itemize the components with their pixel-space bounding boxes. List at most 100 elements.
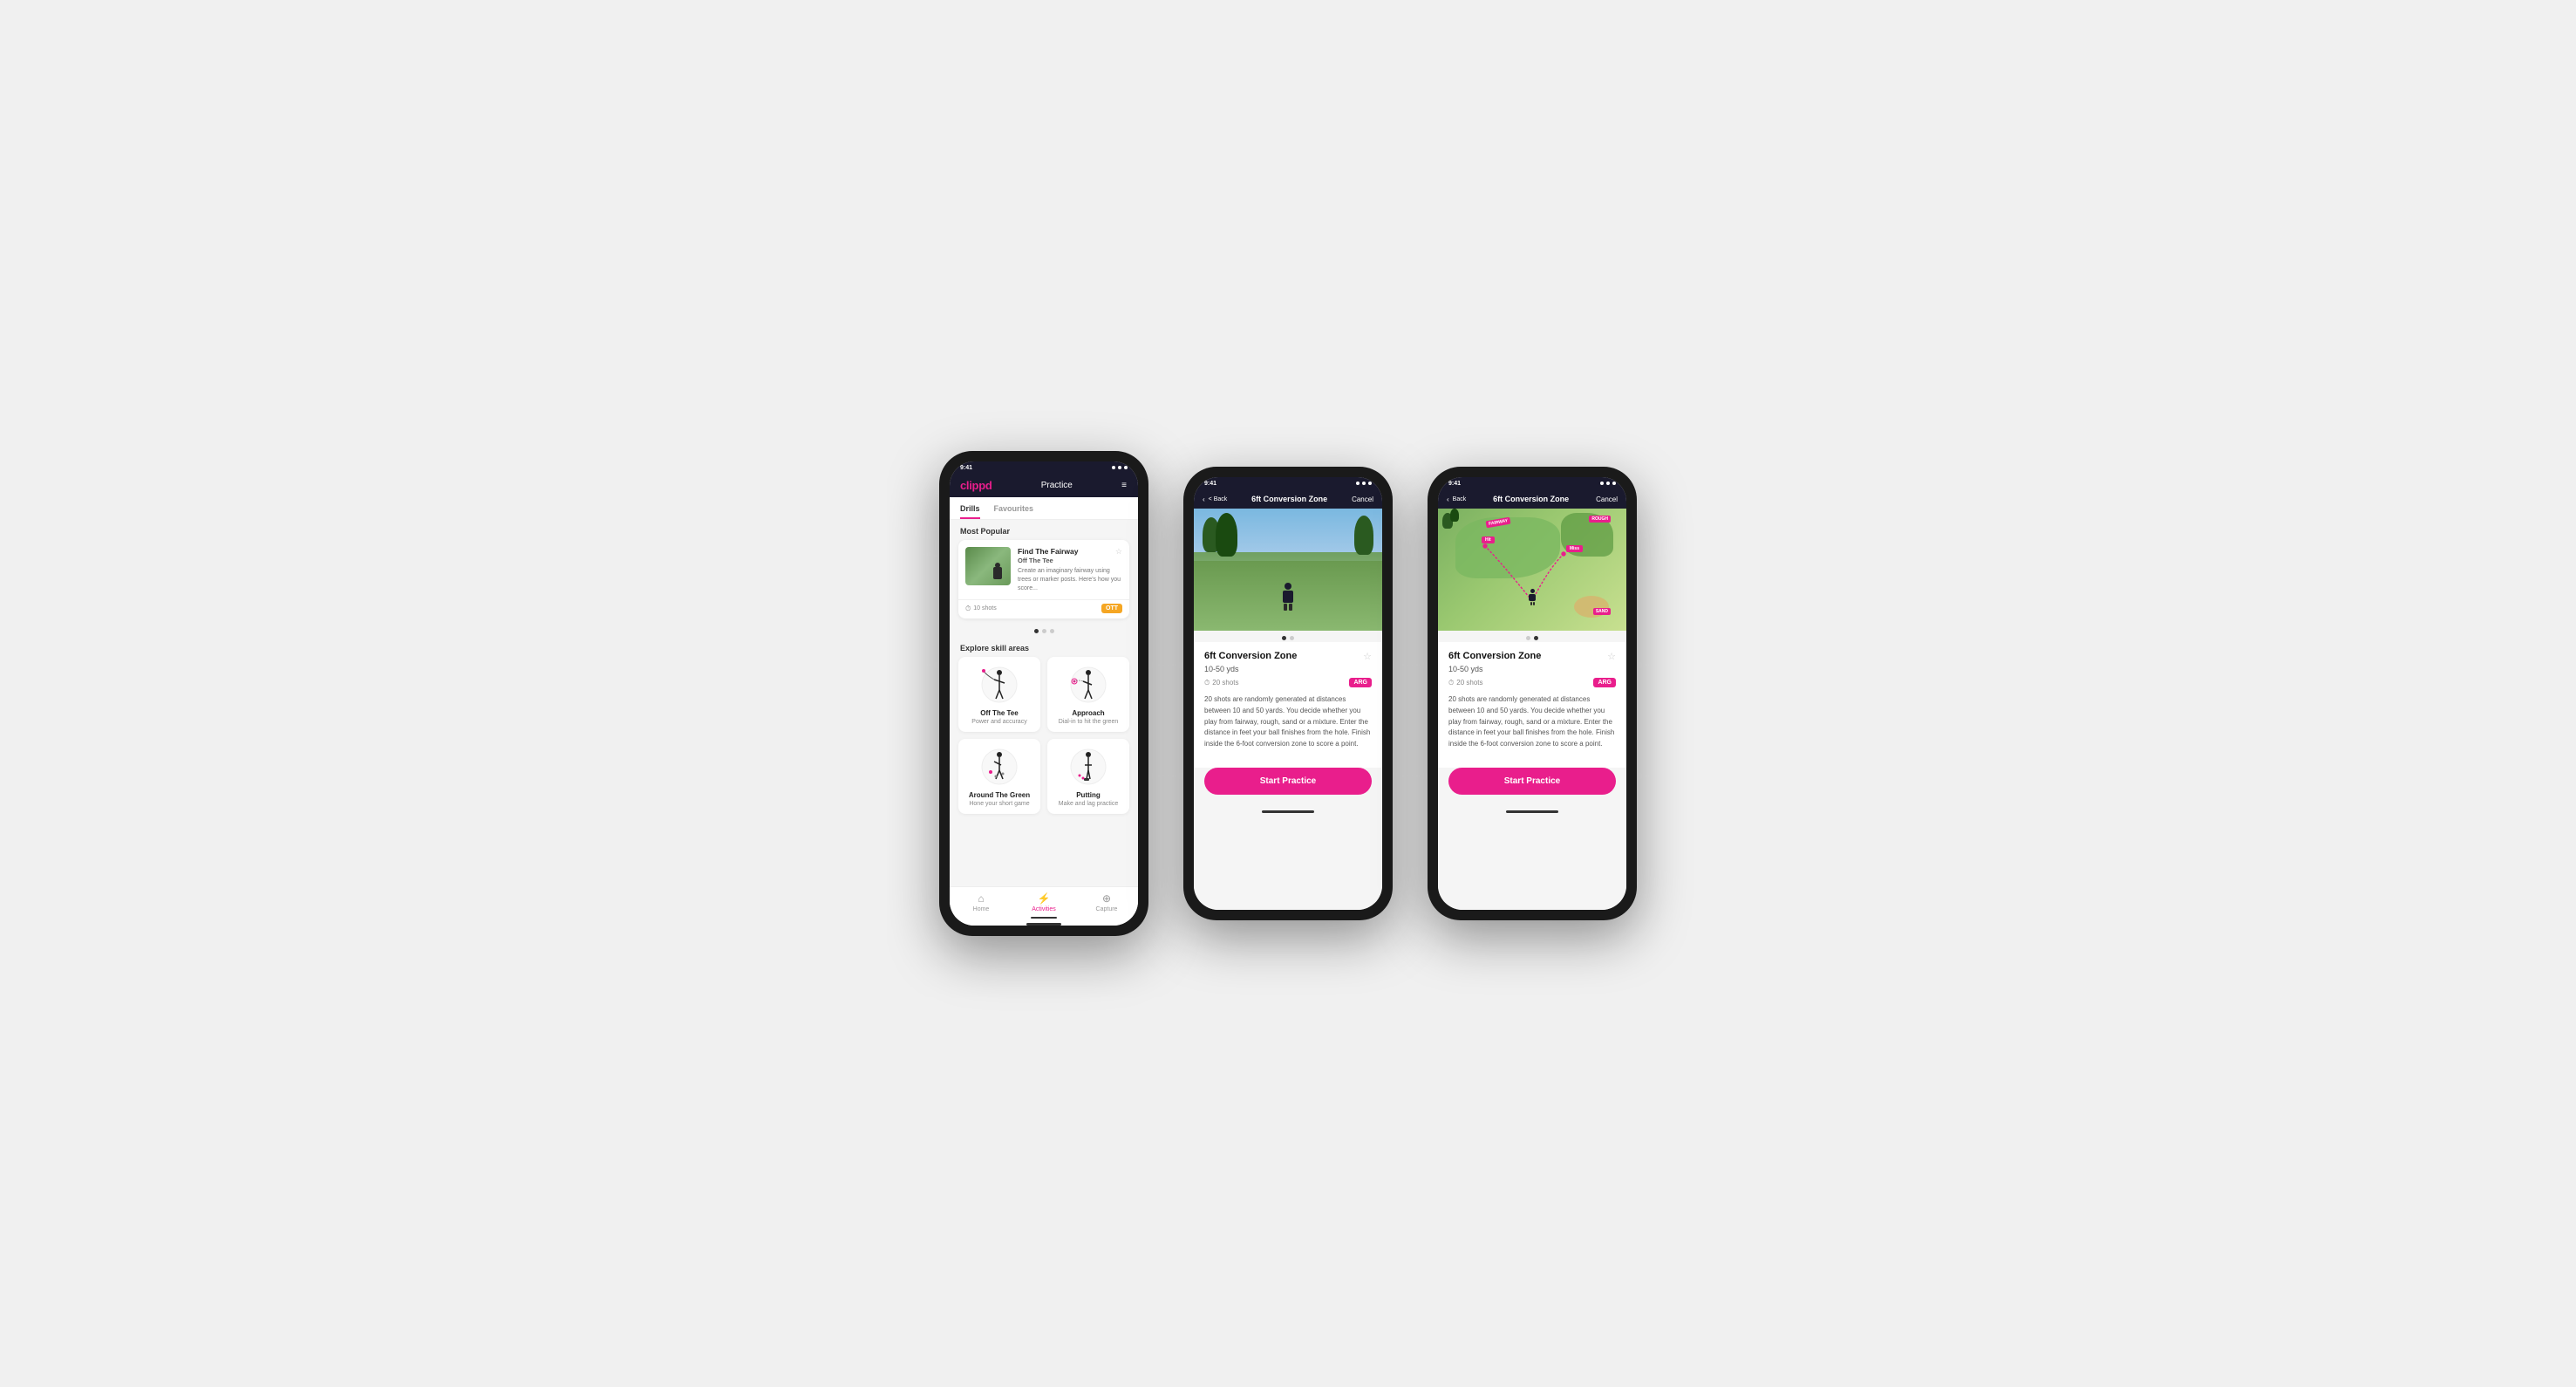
skill-name-ott: Off The Tee — [980, 709, 1018, 717]
sand-label: SAND — [1593, 608, 1611, 615]
nav-activities[interactable]: ⚡ Activities — [1012, 892, 1075, 919]
back-button-3[interactable]: ‹ Back — [1447, 495, 1466, 503]
back-chevron-3: ‹ — [1447, 495, 1449, 503]
drill-map-info: 6ft Conversion Zone ☆ 10-50 yds ⏱ 20 sho… — [1438, 642, 1626, 768]
menu-icon[interactable]: ≡ — [1121, 481, 1128, 490]
skill-desc-approach: Dial-in to hit the green — [1059, 719, 1118, 725]
shots-count: ⏱ 10 shots — [965, 605, 997, 613]
phone-2: 9:41 ‹ < Back 6ft Conversion Zone Cancel — [1183, 467, 1393, 920]
phone-1: 9:41 clippd Practice ≡ Drills Favourites… — [939, 451, 1148, 936]
shots-label: ⏱ 20 shots — [1204, 679, 1239, 687]
phone-3-screen: 9:41 ‹ Back 6ft Conversion Zone Cancel — [1438, 477, 1626, 910]
header-title: Practice — [1041, 481, 1073, 490]
drill-footer: ⏱ 10 shots OTT — [958, 599, 1129, 618]
putting-icon — [1067, 746, 1109, 788]
miss-label: Miss — [1566, 545, 1583, 552]
home-bar — [1262, 810, 1314, 813]
map-golfer — [1528, 589, 1537, 605]
most-popular-heading: Most Popular — [950, 520, 1138, 540]
ott-icon — [978, 664, 1020, 706]
skill-desc-putting: Make and lag practice — [1059, 801, 1118, 807]
tab-favourites[interactable]: Favourites — [994, 497, 1034, 519]
drill-description: Create an imaginary fairway using trees … — [1018, 567, 1122, 592]
golf-map-scene: FAIRWAY ROUGH SAND Hit Miss — [1438, 509, 1626, 631]
tree-3 — [1354, 516, 1373, 555]
detail-title: 6ft Conversion Zone — [1251, 495, 1327, 503]
dot-3 — [1050, 629, 1054, 633]
shots-clock-icon: ⏱ — [1204, 679, 1210, 687]
drill-map-range: 10-50 yds — [1448, 665, 1616, 673]
golfer-legs — [1281, 604, 1295, 611]
image-carousel-dots — [1194, 631, 1382, 642]
phone-1-screen: 9:41 clippd Practice ≡ Drills Favourites… — [950, 461, 1138, 926]
skill-desc-ott: Power and accuracy — [971, 719, 1026, 725]
favourite-button-3[interactable]: ☆ — [1607, 651, 1616, 662]
img-dot-2 — [1290, 636, 1294, 640]
drill-range: 10-50 yds — [1204, 665, 1372, 673]
phone-3: 9:41 ‹ Back 6ft Conversion Zone Cancel — [1428, 467, 1637, 920]
favourite-button[interactable]: ☆ — [1363, 651, 1372, 662]
map-dot-1 — [1526, 636, 1530, 640]
back-button[interactable]: ‹ < Back — [1203, 495, 1227, 503]
atg-icon — [978, 746, 1020, 788]
golfer-silhouette — [992, 563, 1004, 582]
img-dot-1 — [1282, 636, 1286, 640]
golf-photo — [1194, 509, 1382, 631]
skill-desc-atg: Hone your short game — [969, 801, 1029, 807]
drill-info: Find The Fairway Off The Tee ☆ Create an… — [1018, 547, 1122, 592]
drill-map-header: ‹ Back 6ft Conversion Zone Cancel — [1438, 489, 1626, 509]
explore-heading: Explore skill areas — [950, 637, 1138, 657]
featured-drill-card[interactable]: Find The Fairway Off The Tee ☆ Create an… — [958, 540, 1129, 618]
dot-2 — [1042, 629, 1046, 633]
tab-bar: Drills Favourites — [950, 497, 1138, 520]
hit-label: Hit — [1482, 536, 1495, 543]
bottom-navigation: ⌂ Home ⚡ Activities ⊕ Capture — [950, 886, 1138, 922]
skill-card-putting[interactable]: Putting Make and lag practice — [1047, 739, 1129, 814]
golfer-body — [1283, 591, 1293, 603]
drill-category-tag: ARG — [1349, 678, 1372, 687]
carousel-dots — [950, 625, 1138, 637]
back-chevron: ‹ — [1203, 495, 1205, 503]
time-label-2: 9:41 — [1204, 481, 1216, 487]
golfer-figure — [1281, 583, 1295, 609]
drill-image — [1194, 509, 1382, 631]
home-label: Home — [973, 906, 990, 912]
approach-icon — [1067, 664, 1109, 706]
skill-card-ott[interactable]: Off The Tee Power and accuracy — [958, 657, 1040, 732]
cancel-button-3[interactable]: Cancel — [1596, 495, 1618, 503]
nav-capture[interactable]: ⊕ Capture — [1075, 892, 1138, 919]
capture-icon: ⊕ — [1102, 892, 1111, 905]
skill-card-approach[interactable]: Approach Dial-in to hit the green — [1047, 657, 1129, 732]
app-header: clippd Practice ≡ — [950, 474, 1138, 497]
skill-card-atg[interactable]: Around The Green Hone your short game — [958, 739, 1040, 814]
drill-thumb-image — [965, 547, 1011, 585]
status-bar-3: 9:41 — [1438, 477, 1626, 489]
drill-detail-info: 6ft Conversion Zone ☆ 10-50 yds ⏱ 20 sho… — [1194, 642, 1382, 768]
map-carousel-dots — [1438, 631, 1626, 642]
shots-row-3: ⏱ 20 shots ARG — [1448, 678, 1616, 687]
activities-label: Activities — [1032, 906, 1056, 912]
status-bar-1: 9:41 — [950, 461, 1138, 474]
drill-map-title: 6ft Conversion Zone — [1448, 651, 1541, 661]
clock-icon: ⏱ — [965, 605, 971, 613]
favourite-icon[interactable]: ☆ — [1115, 547, 1122, 557]
drill-detail-header: ‹ < Back 6ft Conversion Zone Cancel — [1194, 489, 1382, 509]
drill-tag: OTT — [1101, 604, 1122, 613]
golfer-head — [1285, 583, 1291, 590]
skill-name-atg: Around The Green — [969, 791, 1030, 799]
start-practice-button[interactable]: Start Practice — [1204, 768, 1372, 795]
phone-2-screen: 9:41 ‹ < Back 6ft Conversion Zone Cancel — [1194, 477, 1382, 910]
tab-drills[interactable]: Drills — [960, 497, 980, 519]
home-bar-3 — [1506, 810, 1558, 813]
home-icon: ⌂ — [978, 892, 984, 905]
home-indicator-bar — [1026, 923, 1061, 926]
home-indicator — [1194, 803, 1382, 821]
status-icons-3 — [1600, 482, 1616, 485]
cancel-button[interactable]: Cancel — [1352, 495, 1373, 503]
drill-detail-description: 20 shots are randomly generated at dista… — [1204, 694, 1372, 750]
main-content: Most Popular Find The Fairway Off The Te… — [950, 520, 1138, 886]
start-practice-button-3[interactable]: Start Practice — [1448, 768, 1616, 795]
nav-home[interactable]: ⌂ Home — [950, 892, 1012, 919]
status-icons-2 — [1356, 482, 1372, 485]
back-label: < Back — [1209, 496, 1228, 502]
